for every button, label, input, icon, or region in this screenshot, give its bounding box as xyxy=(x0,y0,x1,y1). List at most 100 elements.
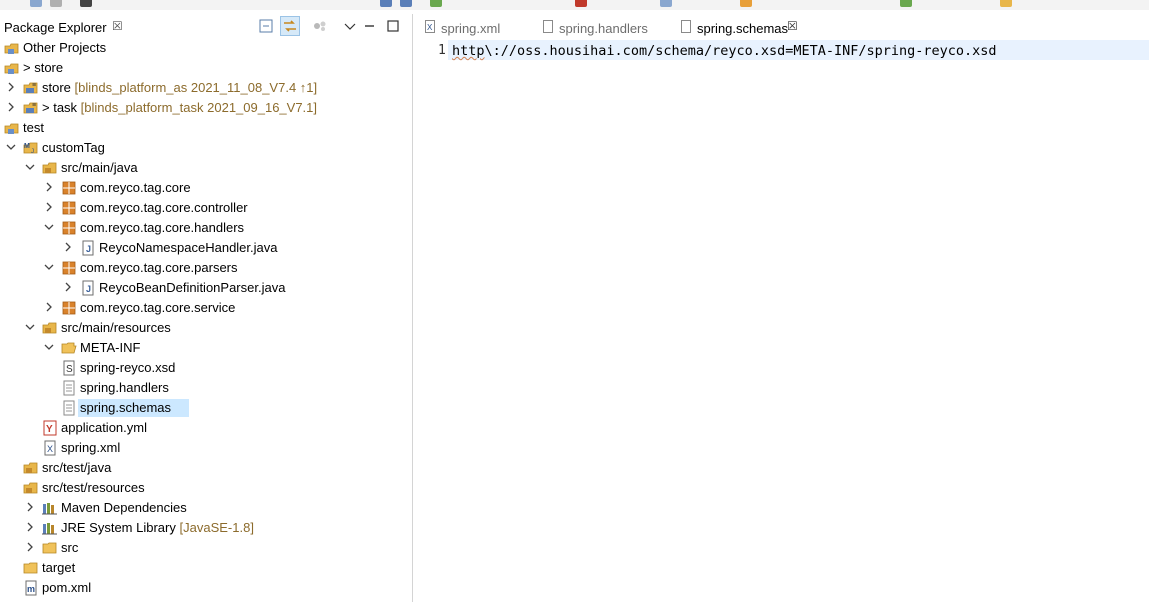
toolbar-button-icon[interactable] xyxy=(900,0,912,7)
svg-text:Y: Y xyxy=(46,424,53,435)
tree-item-text[interactable]: spring-reyco.xsd xyxy=(80,360,175,376)
tree-item[interactable]: spring.handlers xyxy=(0,378,412,398)
tree-item-text[interactable]: > task [blinds_platform_task 2021_09_16_… xyxy=(42,100,317,116)
collapse-chevron-icon[interactable] xyxy=(6,140,16,154)
tree-item[interactable]: Maven Dependencies xyxy=(0,498,412,518)
toolbar-button-icon[interactable] xyxy=(660,0,672,7)
xml-file-icon: X xyxy=(425,20,435,33)
tree-item[interactable]: src/test/resources xyxy=(0,478,412,498)
expand-chevron-icon[interactable] xyxy=(44,200,54,214)
tree-item-text[interactable]: > store xyxy=(23,60,63,76)
collapse-chevron-icon[interactable] xyxy=(25,320,35,334)
tree-item-text[interactable]: src/main/resources xyxy=(61,320,171,336)
tree-item[interactable]: spring.schemas xyxy=(0,398,412,418)
tree-item-text[interactable]: Other Projects xyxy=(23,40,106,56)
tree-item[interactable]: JRE System Library [JavaSE-1.8] xyxy=(0,518,412,538)
tree-item[interactable]: J ReycoNamespaceHandler.java xyxy=(0,238,412,258)
maximize-icon[interactable] xyxy=(385,18,401,34)
tree-item[interactable]: ≡ > task [blinds_platform_task 2021_09_16… xyxy=(0,98,412,118)
view-menu-icon[interactable] xyxy=(342,18,358,34)
tree-item-text[interactable]: src/test/resources xyxy=(42,480,145,496)
collapse-chevron-icon[interactable] xyxy=(44,260,54,274)
tree-item-text[interactable]: pom.xml xyxy=(42,580,91,596)
toolbar-button-icon[interactable] xyxy=(740,0,752,7)
toolbar-button-icon[interactable] xyxy=(575,0,587,7)
tree-item-text[interactable]: src/main/java xyxy=(61,160,138,176)
tree-item[interactable]: com.reyco.tag.core.controller xyxy=(0,198,412,218)
tree-item-text[interactable]: src/test/java xyxy=(42,460,111,476)
expand-chevron-icon[interactable] xyxy=(25,500,35,514)
expand-chevron-icon[interactable] xyxy=(44,180,54,194)
expand-chevron-icon[interactable] xyxy=(25,520,35,534)
tree-item[interactable]: m pom.xml xyxy=(0,578,412,598)
toolbar-button-icon[interactable] xyxy=(400,0,412,7)
tree-item[interactable]: J ReycoBeanDefinitionParser.java xyxy=(0,278,412,298)
toolbar-button-icon[interactable] xyxy=(80,0,92,7)
tree-item-text[interactable]: com.reyco.tag.core xyxy=(80,180,191,196)
tree-item[interactable]: com.reyco.tag.core.handlers xyxy=(0,218,412,238)
text-editor[interactable]: 1 http\://oss.housihai.com/schema/reyco.… xyxy=(413,40,1149,602)
expand-chevron-icon[interactable] xyxy=(25,540,35,554)
tree-item-text[interactable]: com.reyco.tag.core.controller xyxy=(80,200,248,216)
expand-chevron-icon[interactable] xyxy=(6,80,16,94)
close-view-icon[interactable]: ☒ xyxy=(112,19,123,33)
tree-item[interactable]: META-INF xyxy=(0,338,412,358)
tree-item-text[interactable]: application.yml xyxy=(61,420,147,436)
collapse-chevron-icon[interactable] xyxy=(44,220,54,234)
tree-item-text[interactable]: target xyxy=(42,560,75,576)
tree-item[interactable]: src/main/resources xyxy=(0,318,412,338)
expand-chevron-icon[interactable] xyxy=(44,300,54,314)
toolbar-button-icon[interactable] xyxy=(30,0,42,7)
tree-item[interactable]: src xyxy=(0,538,412,558)
editor-tab[interactable]: spring.handlers xyxy=(531,14,667,40)
tree-item-text[interactable]: com.reyco.tag.core.parsers xyxy=(80,260,238,276)
tree-item[interactable]: M JcustomTag xyxy=(0,138,412,158)
view-title[interactable]: Package Explorer xyxy=(4,20,107,35)
collapse-chevron-icon[interactable] xyxy=(44,340,54,354)
code-line[interactable]: http\://oss.housihai.com/schema/reyco.xs… xyxy=(452,43,997,59)
tree-item[interactable]: src/main/java xyxy=(0,158,412,178)
tree-item[interactable]: src/test/java xyxy=(0,458,412,478)
editor-tab[interactable]: Xspring.xml xyxy=(413,14,529,40)
collapse-chevron-icon[interactable] xyxy=(25,160,35,174)
toolbar-button-icon[interactable] xyxy=(430,0,442,7)
tree-item[interactable]: target xyxy=(0,558,412,578)
tree-item-text[interactable]: Maven Dependencies xyxy=(61,500,187,516)
tree-item-text[interactable]: com.reyco.tag.core.service xyxy=(80,300,235,316)
collapse-all-icon[interactable] xyxy=(258,18,274,34)
tree-item-text[interactable]: src xyxy=(61,540,78,556)
tree-item[interactable]: ≡ store [blinds_platform_as 2021_11_08_V7… xyxy=(0,78,412,98)
tree-item-text[interactable]: META-INF xyxy=(80,340,140,356)
tree-item-text[interactable]: store [blinds_platform_as 2021_11_08_V7.… xyxy=(42,80,317,96)
tree-item[interactable]: test xyxy=(0,118,412,138)
toolbar-button-icon[interactable] xyxy=(1000,0,1012,7)
tree-item[interactable]: com.reyco.tag.core.parsers xyxy=(0,258,412,278)
tree-item[interactable]: com.reyco.tag.core.service xyxy=(0,298,412,318)
link-with-editor-icon[interactable] xyxy=(280,16,300,36)
tree-item[interactable]: Sspring-reyco.xsd xyxy=(0,358,412,378)
tree-item[interactable]: Yapplication.yml xyxy=(0,418,412,438)
tree-item-text[interactable]: JRE System Library [JavaSE-1.8] xyxy=(61,520,254,536)
tree-item-text[interactable]: spring.schemas xyxy=(80,400,171,416)
tree-item[interactable]: Xspring.xml xyxy=(0,438,412,458)
toolbar-button-icon[interactable] xyxy=(50,0,62,7)
tree-item[interactable]: Other Projects xyxy=(0,38,412,58)
expand-chevron-icon[interactable] xyxy=(63,280,73,294)
tree-item[interactable]: com.reyco.tag.core xyxy=(0,178,412,198)
expand-chevron-icon[interactable] xyxy=(6,100,16,114)
minimize-icon[interactable] xyxy=(362,18,378,34)
tree-item-label: spring.xml xyxy=(61,440,121,455)
tree-item-text[interactable]: spring.handlers xyxy=(80,380,169,396)
expand-chevron-icon[interactable] xyxy=(63,240,73,254)
editor-tab[interactable]: spring.schemas ☒ xyxy=(669,14,807,40)
tree-item-text[interactable]: ReycoBeanDefinitionParser.java xyxy=(99,280,285,296)
tree-item[interactable]: > store xyxy=(0,58,412,78)
tree-item-text[interactable]: com.reyco.tag.core.handlers xyxy=(80,220,244,236)
toolbar-button-icon[interactable] xyxy=(380,0,392,7)
close-tab-icon[interactable]: ☒ xyxy=(787,19,798,33)
tree-item-text[interactable]: ReycoNamespaceHandler.java xyxy=(99,240,277,256)
tree-item-text[interactable]: customTag xyxy=(42,140,105,156)
focus-on-active-task-icon[interactable] xyxy=(312,18,328,34)
tree-item-text[interactable]: spring.xml xyxy=(61,440,120,456)
tree-item-text[interactable]: test xyxy=(23,120,44,136)
